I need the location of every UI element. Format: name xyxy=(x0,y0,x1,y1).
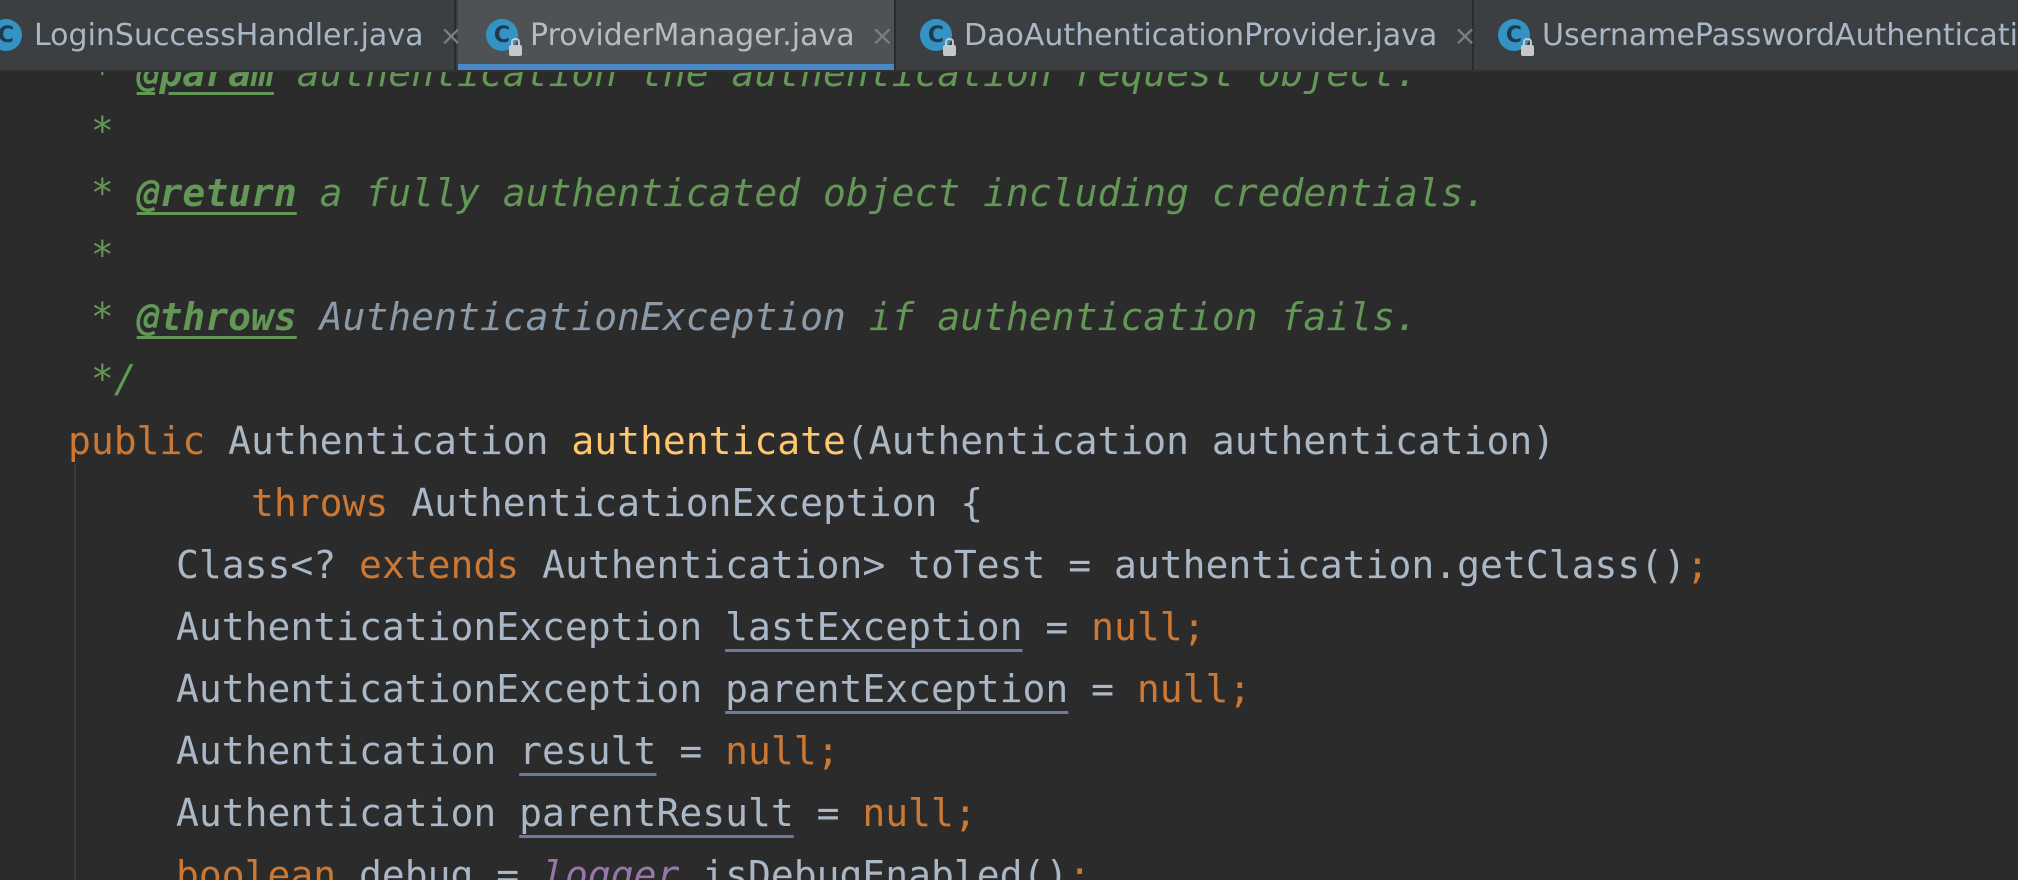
lock-icon xyxy=(1521,38,1534,56)
code-line: public Authentication authenticate(Authe… xyxy=(68,419,1556,463)
code-line: Authentication result = null; xyxy=(176,729,840,773)
active-tab-indicator xyxy=(458,64,894,70)
code-line: * @param authentication the authenticati… xyxy=(68,72,1418,95)
code-line: * xyxy=(68,109,114,153)
code-line: * @return a fully authenticated object i… xyxy=(68,171,1487,215)
tab-provider-manager[interactable]: C ProviderManager.java × xyxy=(458,0,896,70)
code-editor[interactable]: * @param authentication the authenticati… xyxy=(0,72,2018,880)
ide-window: C LoginSuccessHandler.java × C ProviderM… xyxy=(0,0,2018,880)
tab-label: LoginSuccessHandler.java xyxy=(34,17,424,53)
code-line: Authentication parentResult = null; xyxy=(176,791,977,835)
java-class-icon: C xyxy=(920,19,956,56)
tab-label: DaoAuthenticationProvider.java xyxy=(964,17,1438,53)
close-tab-icon[interactable]: × xyxy=(1453,19,1476,52)
code-line: AuthenticationException parentException … xyxy=(176,667,1252,711)
editor-tab-bar: C LoginSuccessHandler.java × C ProviderM… xyxy=(0,0,2018,72)
code-line: AuthenticationException lastException = … xyxy=(176,605,1206,649)
tab-dao-authentication-provider[interactable]: C DaoAuthenticationProvider.java × xyxy=(898,0,1477,70)
tab-username-password-authentication[interactable]: C UsernamePasswordAuthenticatio xyxy=(1476,0,2018,70)
lock-icon xyxy=(943,38,956,56)
code-line: * xyxy=(68,233,114,277)
code-line: * @throws AuthenticationException if aut… xyxy=(68,295,1418,339)
java-class-icon: C xyxy=(1498,19,1534,56)
code-line: Class<? extends Authentication> toTest =… xyxy=(176,543,1709,587)
close-tab-icon[interactable]: × xyxy=(871,19,894,52)
tab-label: UsernamePasswordAuthenticatio xyxy=(1542,17,2018,53)
tab-label: ProviderManager.java xyxy=(530,17,855,53)
java-class-icon: C xyxy=(0,19,22,51)
code-line: */ xyxy=(68,357,137,401)
code-line: throws AuthenticationException { xyxy=(251,481,984,525)
code-line: boolean debug = logger.isDebugEnabled(); xyxy=(176,853,1092,880)
lock-icon xyxy=(509,38,522,56)
tab-login-success-handler[interactable]: C LoginSuccessHandler.java × xyxy=(0,0,463,70)
java-class-icon: C xyxy=(486,19,522,56)
